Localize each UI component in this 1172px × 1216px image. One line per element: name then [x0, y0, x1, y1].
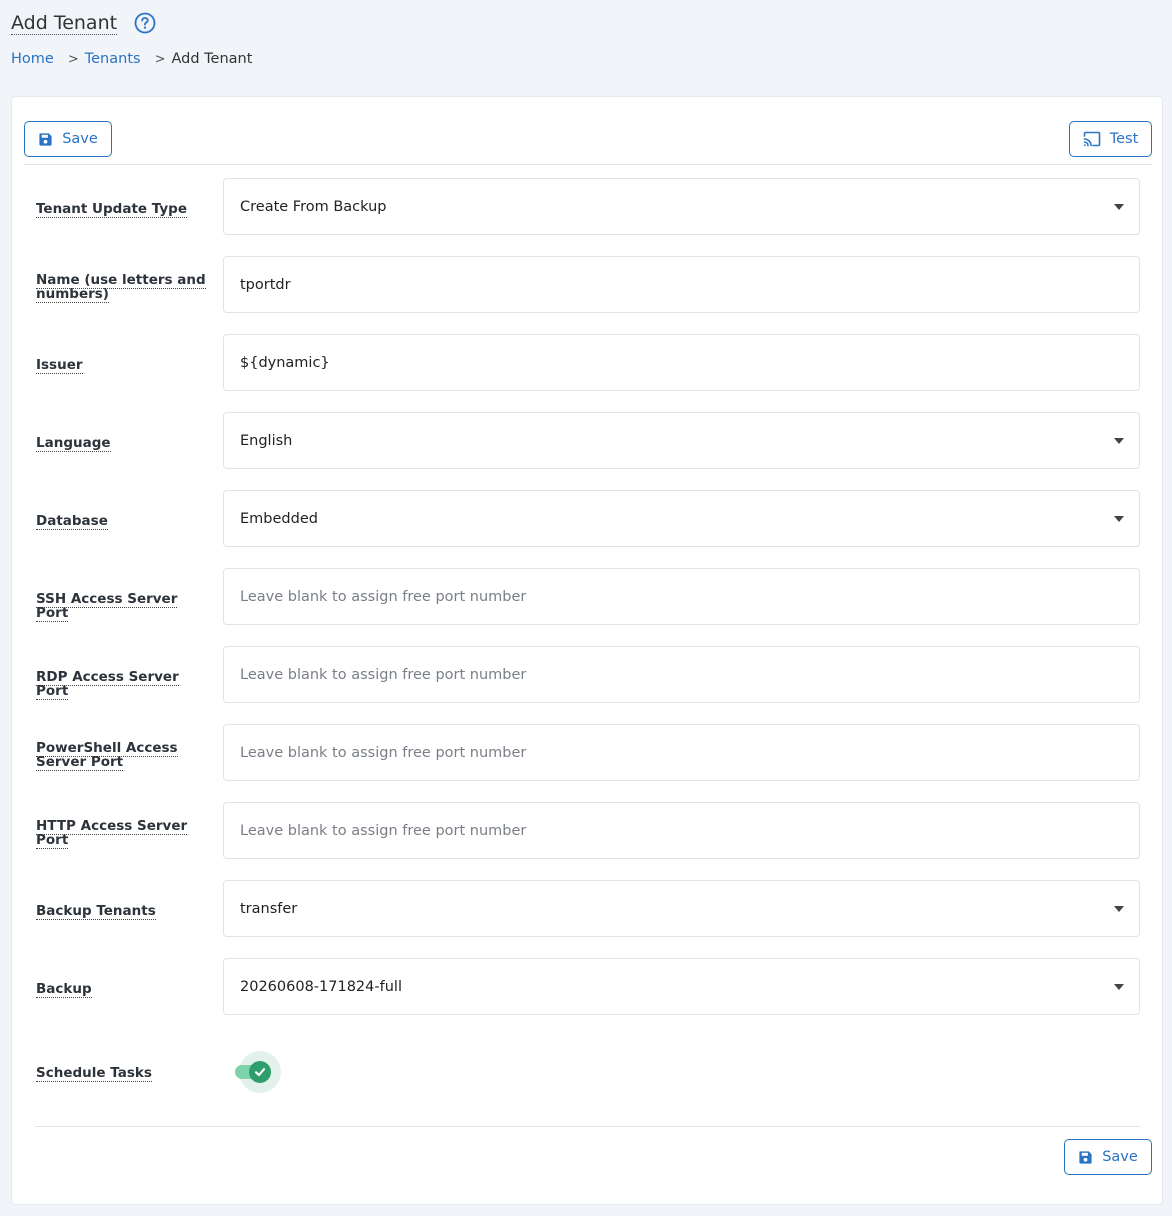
save-button-label: Save	[62, 131, 98, 147]
field-label: Schedule Tasks	[36, 1065, 152, 1082]
select-value: English	[240, 432, 293, 449]
input-placeholder: Leave blank to assign free port number	[240, 744, 527, 761]
test-button-label: Test	[1109, 131, 1139, 147]
select-value: Create From Backup	[240, 198, 387, 215]
breadcrumb-separator: >	[154, 51, 166, 67]
field-label: Name (use letters and numbers)	[36, 272, 206, 303]
breadcrumb-separator: >	[67, 51, 79, 67]
divider	[24, 164, 1152, 165]
ssh-port-input[interactable]: Leave blank to assign free port number	[223, 568, 1140, 625]
field-label: HTTP Access Server Port	[36, 818, 188, 849]
field-label: Tenant Update Type	[36, 201, 187, 218]
test-button[interactable]: Test	[1069, 121, 1152, 157]
issuer-input[interactable]: ${dynamic}	[223, 334, 1140, 391]
language-select[interactable]: English	[223, 412, 1140, 469]
field-label: Backup Tenants	[36, 903, 156, 920]
breadcrumb-current: Add Tenant	[171, 51, 253, 67]
caret-down-icon	[1114, 515, 1124, 522]
select-value: 20260608-171824-full	[240, 978, 402, 995]
input-value: ${dynamic}	[240, 354, 330, 371]
select-value: transfer	[240, 900, 298, 917]
field-label: Backup	[36, 981, 92, 998]
input-placeholder: Leave blank to assign free port number	[240, 822, 527, 839]
save-button-bottom[interactable]: Save	[1064, 1139, 1152, 1175]
field-label: SSH Access Server Port	[36, 591, 178, 622]
http-port-input[interactable]: Leave blank to assign free port number	[223, 802, 1140, 859]
tenant-update-type-select[interactable]: Create From Backup	[223, 178, 1140, 235]
form-card: Save Test Tenant Update Type Create From…	[11, 96, 1163, 1205]
check-icon	[254, 1068, 266, 1077]
caret-down-icon	[1114, 983, 1124, 990]
name-input[interactable]: tportdr	[223, 256, 1140, 313]
field-label: Issuer	[36, 357, 83, 374]
page-title: Add Tenant	[11, 11, 118, 35]
input-placeholder: Leave blank to assign free port number	[240, 588, 527, 605]
field-label: PowerShell Access Server Port	[36, 740, 178, 771]
cast-icon	[1083, 131, 1101, 147]
floppy-disk-icon	[1079, 1150, 1092, 1164]
input-value: tportdr	[240, 276, 291, 293]
rdp-port-input[interactable]: Leave blank to assign free port number	[223, 646, 1140, 703]
toggle-knob	[249, 1061, 271, 1083]
floppy-disk-icon	[39, 132, 52, 146]
select-value: Embedded	[240, 510, 318, 527]
input-placeholder: Leave blank to assign free port number	[240, 666, 527, 683]
field-label: Language	[36, 435, 111, 452]
field-label: Database	[36, 513, 108, 530]
backup-tenants-select[interactable]: transfer	[223, 880, 1140, 937]
powershell-port-input[interactable]: Leave blank to assign free port number	[223, 724, 1140, 781]
page-header: Add Tenant	[11, 6, 156, 40]
caret-down-icon	[1114, 203, 1124, 210]
save-button-label: Save	[1102, 1149, 1138, 1165]
save-button-top[interactable]: Save	[24, 121, 112, 157]
breadcrumb-tenants-link[interactable]: Tenants	[85, 51, 141, 67]
caret-down-icon	[1114, 905, 1124, 912]
breadcrumb: Home > Tenants > Add Tenant	[11, 51, 252, 67]
breadcrumb-home-link[interactable]: Home	[11, 51, 54, 67]
field-label: RDP Access Server Port	[36, 669, 179, 700]
schedule-tasks-toggle[interactable]	[223, 1051, 283, 1093]
backup-select[interactable]: 20260608-171824-full	[223, 958, 1140, 1015]
caret-down-icon	[1114, 437, 1124, 444]
database-select[interactable]: Embedded	[223, 490, 1140, 547]
divider	[35, 1126, 1140, 1127]
question-circle-icon[interactable]	[134, 12, 156, 34]
